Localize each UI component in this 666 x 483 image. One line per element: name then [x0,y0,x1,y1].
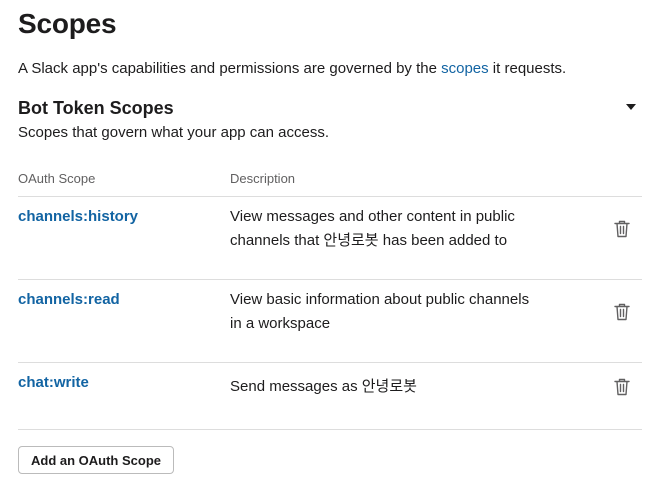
page-title: Scopes [18,8,117,39]
section-subtitle: Scopes that govern what your app can acc… [18,124,330,141]
table-row: channels:read View basic information abo… [18,280,642,363]
scope-name[interactable]: channels:history [18,208,138,225]
add-oauth-scope-button[interactable]: Add an OAuth Scope [18,446,174,474]
scope-name[interactable]: chat:write [18,374,89,391]
scopes-link[interactable]: scopes [441,60,489,77]
intro-text: A Slack app's capabilities and permissio… [18,60,566,77]
section-title: Bot Token Scopes [18,98,174,118]
description-line: View messages and other content in publi… [230,208,515,225]
bot-token-scopes-header: Bot Token Scopes Scopes that govern what… [18,98,642,141]
column-header-description: Description [230,171,296,186]
intro-suffix: it requests. [488,60,567,77]
scope-description: View basic information about public chan… [230,288,560,336]
description-line: in a workspace [230,315,331,332]
scope-description: Send messages as 안녕로봇 [230,375,560,399]
description-line: View basic information about public chan… [230,291,530,308]
trash-icon[interactable] [614,378,630,396]
description-line: Send messages as 안녕로봇 [230,378,417,395]
trash-icon[interactable] [614,303,630,321]
table-row: channels:history View messages and other… [18,197,642,280]
table-row: chat:write Send messages as 안녕로봇 [18,363,642,430]
description-line: channels that 안녕로봇 has been added to [230,232,508,249]
table-header: OAuth Scope Description [18,170,642,197]
scope-description: View messages and other content in publi… [230,205,560,253]
caret-down-icon[interactable] [626,104,636,110]
trash-icon[interactable] [614,220,630,238]
intro-prefix: A Slack app's capabilities and permissio… [18,60,442,77]
column-header-scope: OAuth Scope [18,171,96,186]
scope-name[interactable]: channels:read [18,291,120,308]
